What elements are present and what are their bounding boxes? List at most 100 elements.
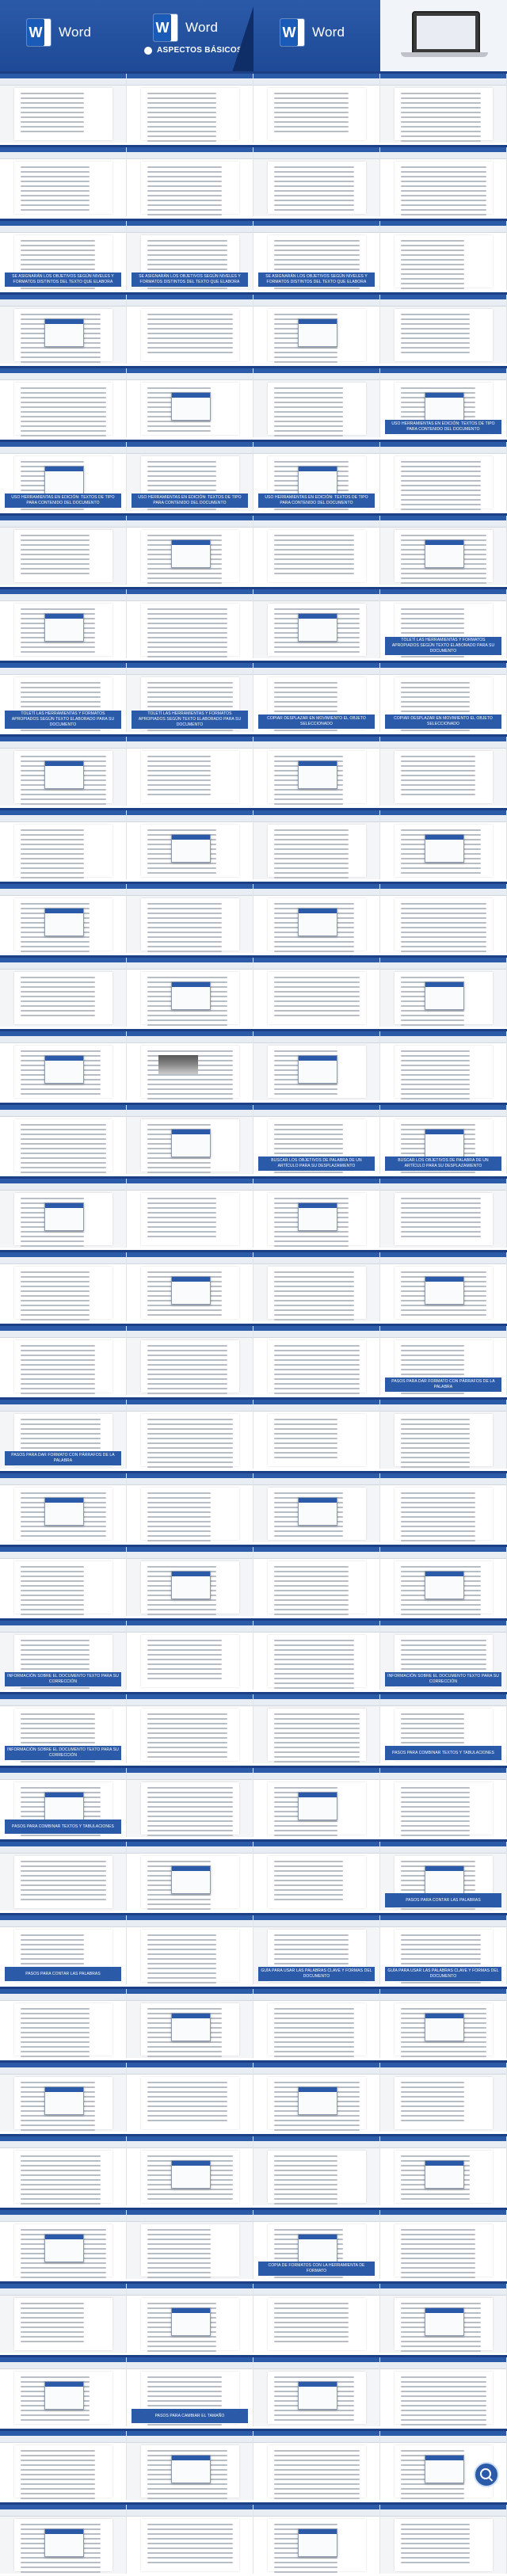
slide-thumbnail[interactable]: TOLETÍ LAS HERRAMIENTAS Y FORMATOS APROP… <box>380 589 507 658</box>
slide-thumbnail[interactable] <box>254 589 380 658</box>
slide-thumbnail[interactable] <box>0 74 127 143</box>
slide-thumbnail[interactable] <box>254 958 380 1027</box>
slide-thumbnail[interactable] <box>127 2284 254 2353</box>
slide-thumbnail[interactable] <box>380 221 507 290</box>
slide-thumbnail[interactable] <box>0 295 127 364</box>
slide-thumbnail[interactable]: BUSCAR LOS OBJETIVOS DE PALABRA DE UN AR… <box>254 1105 380 1174</box>
slide-thumbnail[interactable]: COPIAR DESPLAZAR EN MOVIMIENTO EL OBJETO… <box>380 663 507 732</box>
slide-thumbnail[interactable]: PASOS PARA COMBINAR TEXTOS Y TABULACIONE… <box>380 1694 507 1763</box>
slide-thumbnail[interactable] <box>254 2284 380 2353</box>
zoom-icon[interactable] <box>474 2462 499 2487</box>
slide-thumbnail[interactable] <box>254 1179 380 1248</box>
slide-thumbnail[interactable] <box>380 147 507 216</box>
slide-thumbnail[interactable] <box>380 1989 507 2058</box>
slide-thumbnail[interactable] <box>254 1694 380 1763</box>
slide-thumbnail[interactable]: TOLETÍ LAS HERRAMIENTAS Y FORMATOS APROP… <box>127 663 254 732</box>
slide-thumbnail[interactable] <box>0 2357 127 2426</box>
slide-thumbnail[interactable]: PASOS PARA DAR FORMATO CON PÁRRAFOS DE L… <box>0 1400 127 1469</box>
slide-thumbnail[interactable] <box>254 1252 380 1321</box>
slide-thumbnail[interactable]: COPIAR DESPLAZAR EN MOVIMIENTO EL OBJETO… <box>254 663 380 732</box>
slide-thumbnail[interactable] <box>127 1621 254 1690</box>
slide-thumbnail[interactable] <box>0 810 127 879</box>
slide-thumbnail[interactable] <box>127 1694 254 1763</box>
slide-thumbnail[interactable] <box>380 1252 507 1321</box>
slide-thumbnail[interactable]: INFORMACIÓN SOBRE EL DOCUMENTO TEXTO PAR… <box>380 1621 507 1690</box>
slide-thumbnail[interactable] <box>127 737 254 806</box>
slide-thumbnail[interactable] <box>0 2431 127 2500</box>
slide-thumbnail[interactable] <box>0 589 127 658</box>
slide-thumbnail[interactable] <box>380 442 507 511</box>
slide-thumbnail[interactable] <box>127 2505 254 2574</box>
slide-thumbnail[interactable] <box>380 2505 507 2574</box>
slide-thumbnail[interactable] <box>127 368 254 437</box>
slide-thumbnail[interactable] <box>380 810 507 879</box>
slide-thumbnail[interactable] <box>127 295 254 364</box>
slide-thumbnail[interactable] <box>254 368 380 437</box>
slide-thumbnail[interactable] <box>254 1989 380 2058</box>
slide-thumbnail[interactable]: PASOS PARA COMBINAR TEXTOS Y TABULACIONE… <box>0 1768 127 1837</box>
slide-thumbnail[interactable] <box>380 884 507 953</box>
slide-thumbnail[interactable] <box>0 516 127 585</box>
slide-thumbnail[interactable] <box>127 1252 254 1321</box>
slide-thumbnail[interactable] <box>127 1031 254 1100</box>
slide-thumbnail[interactable]: SE ASIGNARÁN LOS OBJETIVOS SEGÚN NIVELES… <box>254 221 380 290</box>
slide-thumbnail[interactable] <box>380 2284 507 2353</box>
slide-thumbnail[interactable] <box>254 884 380 953</box>
slide-thumbnail[interactable] <box>127 516 254 585</box>
slide-thumbnail[interactable] <box>0 958 127 1027</box>
slide-thumbnail[interactable] <box>254 737 380 806</box>
slide-thumbnail[interactable] <box>254 2505 380 2574</box>
slide-thumbnail[interactable] <box>254 2357 380 2426</box>
slide-thumbnail[interactable] <box>254 2431 380 2500</box>
slide-thumbnail[interactable] <box>0 2284 127 2353</box>
slide-thumbnail[interactable]: INFORMACIÓN SOBRE EL DOCUMENTO TEXTO PAR… <box>0 1621 127 1690</box>
slide-thumbnail[interactable] <box>127 1547 254 1616</box>
slide-thumbnail[interactable] <box>254 1547 380 1616</box>
slide-thumbnail[interactable]: PASOS PARA DAR FORMATO CON PÁRRAFOS DE L… <box>380 1326 507 1395</box>
slide-thumbnail[interactable]: USO HERRAMIENTAS EN EDICIÓN: TEXTOS DE T… <box>0 442 127 511</box>
slide-thumbnail[interactable]: USO HERRAMIENTAS EN EDICIÓN: TEXTOS DE T… <box>127 442 254 511</box>
slide-thumbnail[interactable] <box>380 737 507 806</box>
slide-thumbnail[interactable]: PASOS PARA CONTAR LAS PALABRAS <box>380 1842 507 1911</box>
slide-thumbnail[interactable] <box>127 1768 254 1837</box>
slide-thumbnail[interactable] <box>127 884 254 953</box>
slide-thumbnail[interactable] <box>0 1473 127 1542</box>
slide-thumbnail[interactable] <box>254 516 380 585</box>
slide-thumbnail[interactable] <box>127 2063 254 2132</box>
slide-thumbnail[interactable] <box>0 1252 127 1321</box>
slide-thumbnail[interactable]: COPIA DE FORMATOS CON LA HERRAMIENTA DE … <box>254 2210 380 2279</box>
slide-thumbnail[interactable] <box>127 589 254 658</box>
slide-thumbnail[interactable] <box>127 2136 254 2205</box>
slide-thumbnail[interactable] <box>127 1105 254 1174</box>
slide-thumbnail[interactable] <box>254 295 380 364</box>
slide-thumbnail[interactable]: SE ASIGNARÁN LOS OBJETIVOS SEGÚN NIVELES… <box>127 221 254 290</box>
slide-thumbnail[interactable]: PASOS PARA CONTAR LAS PALABRAS <box>0 1915 127 1984</box>
slide-thumbnail[interactable] <box>254 1473 380 1542</box>
slide-thumbnail[interactable]: PASOS PARA CAMBIAR EL TAMAÑO <box>127 2357 254 2426</box>
slide-thumbnail[interactable] <box>0 737 127 806</box>
slide-thumbnail[interactable] <box>380 2357 507 2426</box>
slide-thumbnail[interactable] <box>380 1768 507 1837</box>
slide-thumbnail[interactable] <box>254 1768 380 1837</box>
slide-thumbnail[interactable] <box>0 368 127 437</box>
slide-thumbnail[interactable] <box>127 958 254 1027</box>
slide-thumbnail[interactable] <box>254 1031 380 1100</box>
slide-thumbnail[interactable] <box>380 1400 507 1469</box>
slide-thumbnail[interactable] <box>380 1473 507 1542</box>
slide-thumbnail[interactable] <box>0 1105 127 1174</box>
slide-thumbnail[interactable] <box>254 2063 380 2132</box>
slide-thumbnail[interactable] <box>127 1326 254 1395</box>
slide-thumbnail[interactable] <box>0 1989 127 2058</box>
slide-thumbnail[interactable] <box>254 1326 380 1395</box>
slide-thumbnail[interactable] <box>0 1547 127 1616</box>
slide-thumbnail[interactable] <box>127 1989 254 2058</box>
slide-thumbnail[interactable] <box>127 1179 254 1248</box>
slide-thumbnail[interactable] <box>254 1842 380 1911</box>
slide-thumbnail[interactable] <box>0 147 127 216</box>
slide-thumbnail[interactable] <box>0 884 127 953</box>
slide-thumbnail[interactable] <box>0 1031 127 1100</box>
slide-thumbnail[interactable] <box>380 2136 507 2205</box>
slide-thumbnail[interactable] <box>380 516 507 585</box>
slide-thumbnail[interactable] <box>380 1179 507 1248</box>
slide-thumbnail[interactable] <box>127 1473 254 1542</box>
